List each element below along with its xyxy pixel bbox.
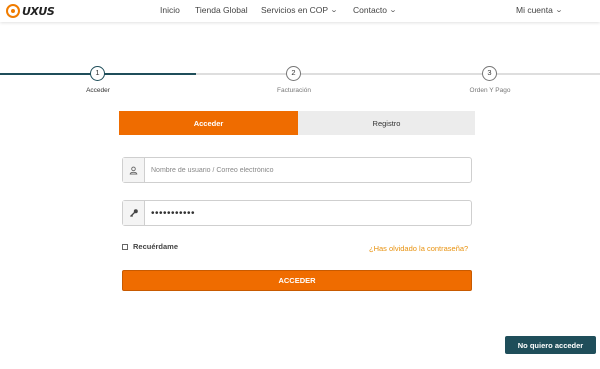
key-icon — [123, 201, 145, 225]
nav-item-mi-cuenta[interactable]: Mi cuenta ⌄ — [516, 5, 563, 15]
no-access-button[interactable]: No quiero acceder — [505, 336, 596, 354]
remember-me[interactable]: Recuérdame — [122, 242, 178, 251]
chevron-down-icon: ⌄ — [554, 7, 563, 14]
step-3-label: Orden Y Pago — [469, 87, 511, 94]
chevron-down-icon: ⌄ — [329, 7, 339, 14]
top-header: UXUS Inicio Tienda Global Servicios en C… — [0, 0, 600, 22]
remember-checkbox[interactable] — [122, 243, 128, 250]
login-submit-button[interactable]: ACCEDER — [122, 270, 472, 291]
nav-label: Contacto — [353, 5, 388, 15]
nav-label: Inicio — [160, 5, 180, 15]
user-icon — [123, 158, 145, 182]
nav-label: Servicios en COP — [261, 5, 329, 15]
nav-item-inicio[interactable]: Inicio — [160, 5, 180, 15]
nav-label: Mi cuenta — [516, 5, 553, 15]
checkout-login-page: UXUS Inicio Tienda Global Servicios en C… — [0, 0, 600, 369]
nav-item-contacto[interactable]: Contacto ⌄ — [353, 5, 398, 15]
nav-label: Tienda Global — [195, 5, 248, 15]
username-field — [122, 157, 472, 183]
tab-registro[interactable]: Registro — [298, 111, 475, 135]
step-1-label: Acceder — [86, 87, 110, 94]
nav-item-servicios[interactable]: Servicios en COP ⌄ — [261, 5, 339, 15]
forgot-password-link[interactable]: ¿Has olvidado la contraseña? — [369, 244, 468, 253]
username-input[interactable] — [145, 158, 471, 182]
step-2-circle: 2 — [286, 66, 301, 81]
stepper-track-line — [196, 73, 600, 75]
step-2-label: Facturación — [277, 87, 311, 94]
password-input[interactable] — [145, 201, 471, 225]
step-3-circle: 3 — [482, 66, 497, 81]
nav-item-tienda-global[interactable]: Tienda Global — [195, 5, 248, 15]
remember-label: Recuérdame — [133, 242, 179, 251]
main-nav: Inicio Tienda Global Servicios en COP ⌄ … — [0, 0, 600, 22]
chevron-down-icon: ⌄ — [388, 7, 398, 14]
tab-acceder[interactable]: Acceder — [119, 111, 298, 135]
step-1-circle: 1 — [90, 66, 105, 81]
password-field — [122, 200, 472, 226]
